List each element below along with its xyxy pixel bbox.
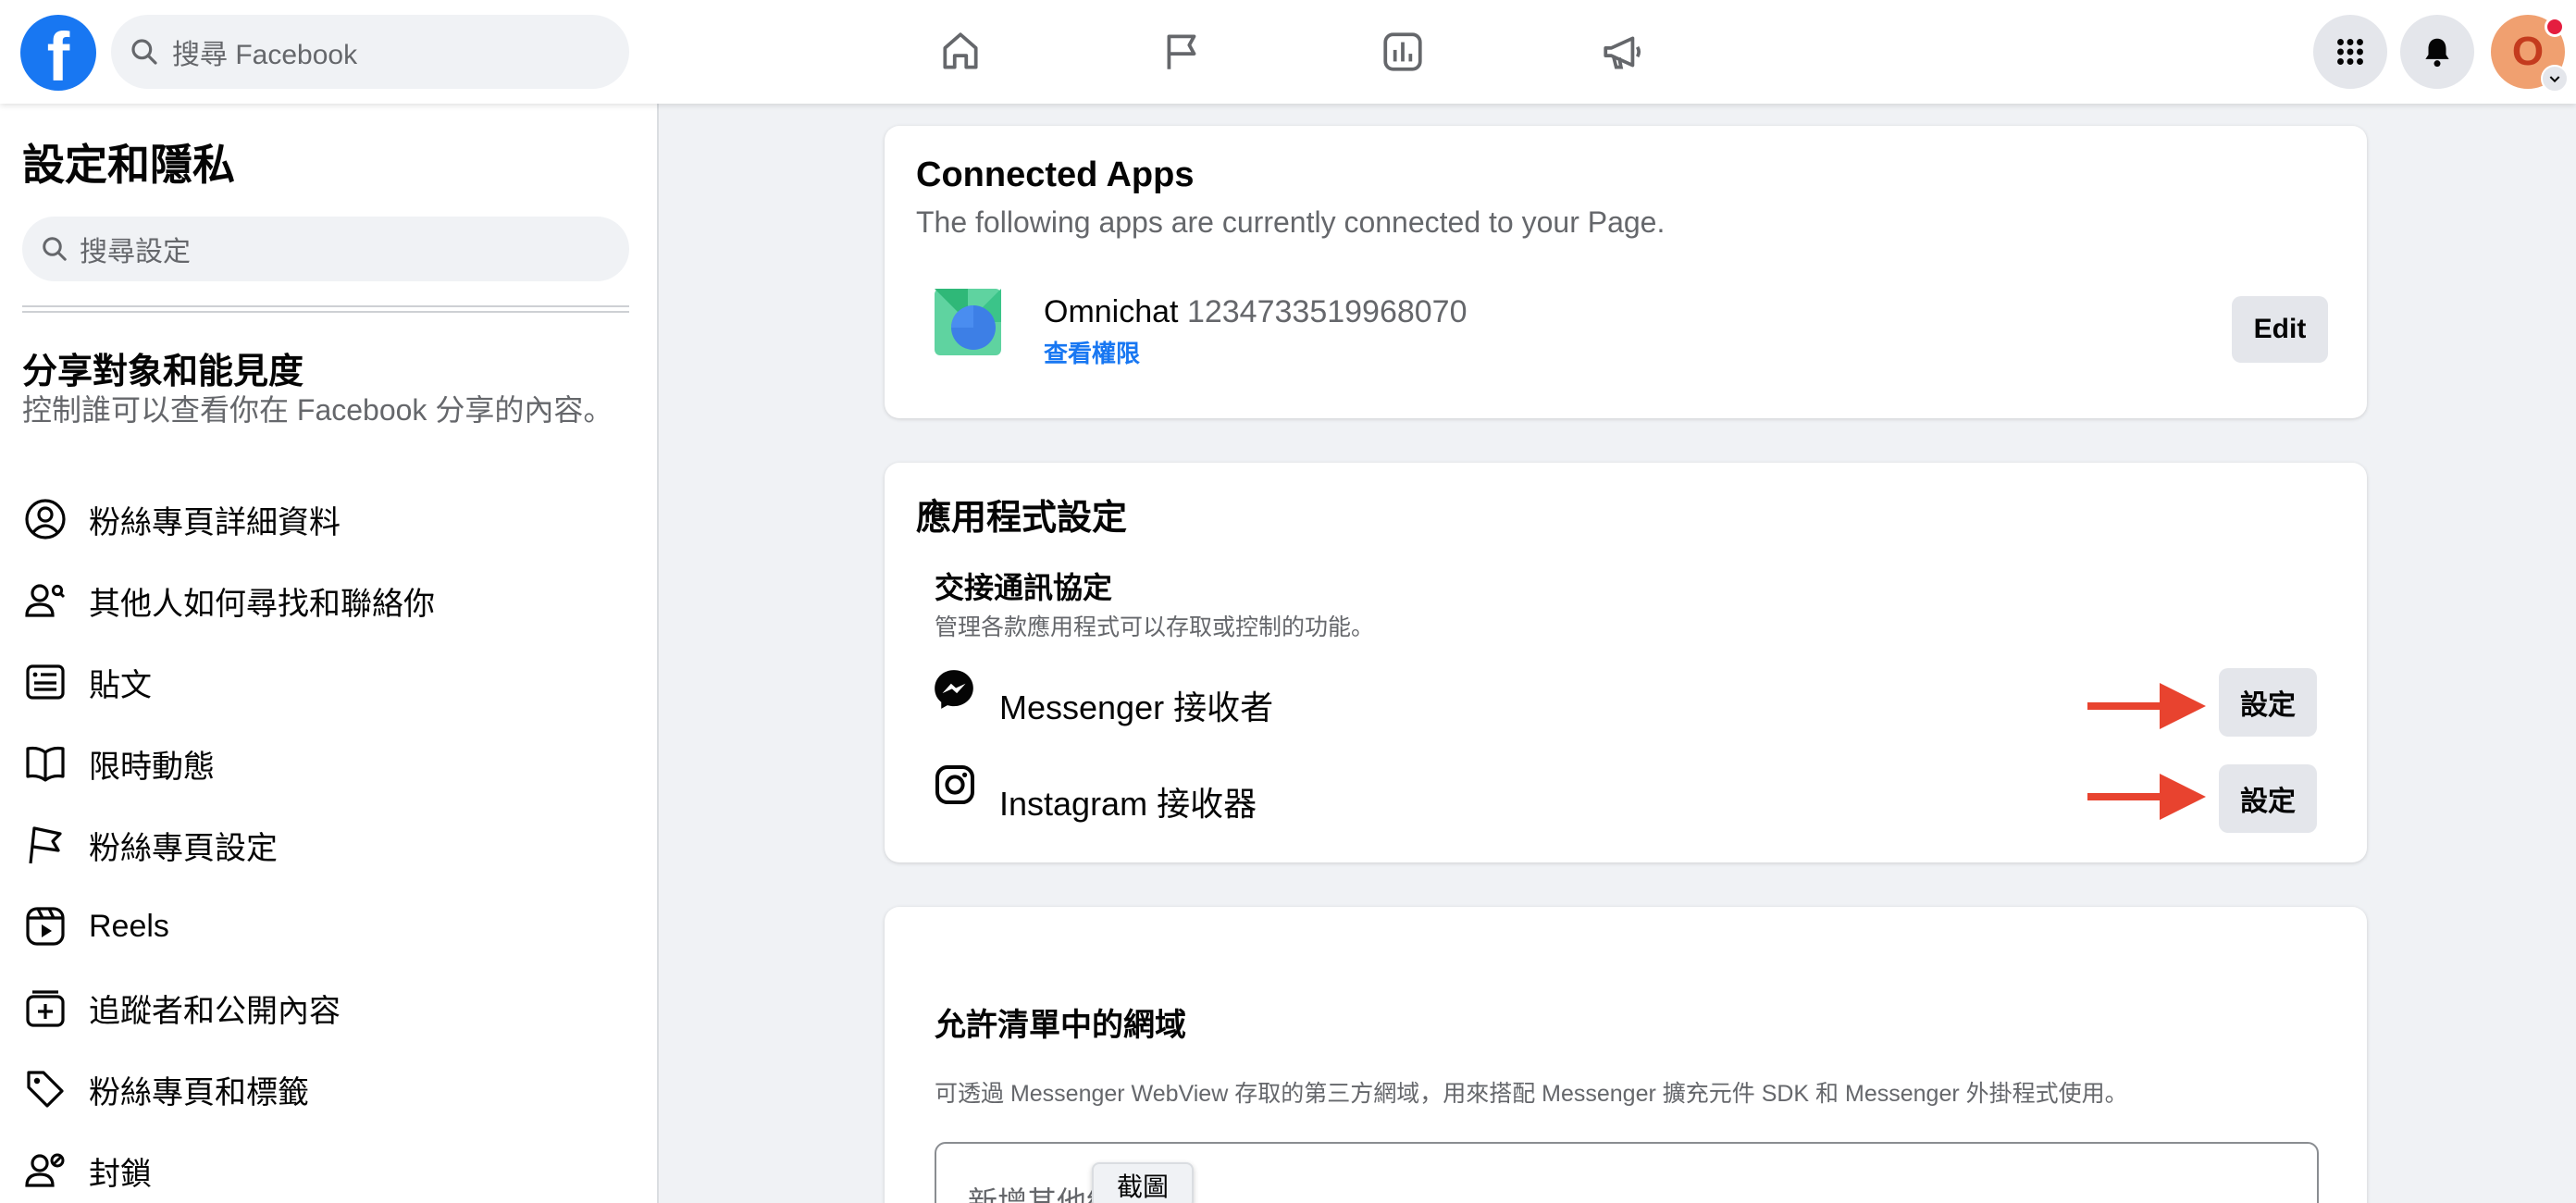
sidebar-item-page-settings[interactable]: 粉絲專頁設定 xyxy=(22,812,629,877)
app-id: 1234733519968070 xyxy=(1186,294,1468,329)
sidebar-item-find-contact[interactable]: 其他人如何尋找和聯絡你 xyxy=(22,568,629,633)
tag-icon xyxy=(22,1066,68,1112)
sidebar-item-label: 封鎖 xyxy=(89,1156,152,1192)
sidebar-item-page-details[interactable]: 粉絲專頁詳細資料 xyxy=(22,487,629,552)
sidebar-item-label: 粉絲專頁設定 xyxy=(89,830,278,866)
sidebar-item-label: 限時動態 xyxy=(89,749,215,785)
people-search-icon xyxy=(22,577,68,624)
sidebar-item-label: 追蹤者和公開內容 xyxy=(89,993,341,1029)
flag-icon[interactable] xyxy=(1153,22,1212,81)
sidebar-item-label: 貼文 xyxy=(89,667,152,703)
post-icon xyxy=(22,659,68,705)
chevron-down-icon[interactable] xyxy=(2541,65,2569,93)
insights-icon[interactable] xyxy=(1373,22,1432,81)
section-description: 控制誰可以查看你在 Facebook 分享的內容。 xyxy=(22,393,613,427)
handover-protocol-title: 交接通訊協定 xyxy=(935,571,1113,604)
sidebar-item-label: 粉絲專頁詳細資料 xyxy=(89,504,341,540)
sidebar-item-label: 粉絲專頁和標籤 xyxy=(89,1074,309,1110)
app-name: Omnichat xyxy=(1044,294,1179,329)
messenger-receiver-label: Messenger 接收者 xyxy=(999,688,1274,726)
megaphone-icon[interactable] xyxy=(1593,22,1653,81)
whitelisted-domains-card: 允許清單中的網域 可透過 Messenger WebView 存取的第三方網域，… xyxy=(885,907,2367,1203)
sidebar-item-posts[interactable]: 貼文 xyxy=(22,650,629,714)
app-settings-card: 應用程式設定 交接通訊協定 管理各款應用程式可以存取或控制的功能。 Messen… xyxy=(885,463,2367,862)
section-title: 分享對象和能見度 xyxy=(22,353,304,391)
apps-grid-icon[interactable] xyxy=(2313,15,2387,89)
sidebar-title: 設定和隱私 xyxy=(22,141,235,189)
sidebar-divider xyxy=(22,305,629,313)
instagram-icon xyxy=(933,763,977,807)
home-icon[interactable] xyxy=(931,22,990,81)
connected-apps-subtitle: The following apps are currently connect… xyxy=(916,205,1666,239)
search-icon xyxy=(43,237,67,261)
connected-apps-title: Connected Apps xyxy=(916,155,1195,194)
sidebar-item-stories[interactable]: 限時動態 xyxy=(22,731,629,796)
omnichat-logo-icon xyxy=(935,289,1001,355)
search-placeholder: 搜尋 Facebook xyxy=(172,40,358,70)
messenger-icon xyxy=(931,666,977,713)
add-box-icon xyxy=(22,985,68,1031)
sidebar-item-label: 其他人如何尋找和聯絡你 xyxy=(89,586,435,622)
block-person-icon xyxy=(22,1147,68,1194)
facebook-logo-icon[interactable]: f xyxy=(20,15,96,95)
sidebar-item-followers[interactable]: 追蹤者和公開內容 xyxy=(22,975,629,1040)
whitelisted-domains-title: 允許清單中的網域 xyxy=(935,1008,1186,1043)
messenger-settings-button[interactable]: 設定 xyxy=(2219,668,2317,737)
book-open-icon xyxy=(22,740,68,787)
notification-dot xyxy=(2545,17,2565,37)
sidebar-item-reels[interactable]: Reels xyxy=(22,894,629,959)
settings-sidebar: 設定和隱私 搜尋設定 分享對象和能見度 控制誰可以查看你在 Facebook 分… xyxy=(0,104,659,1203)
app-title-row: Omnichat 1234733519968070 xyxy=(1044,294,1468,330)
arrow-right-icon xyxy=(2087,681,2208,736)
instagram-settings-button[interactable]: 設定 xyxy=(2219,764,2317,833)
sidebar-item-tags[interactable]: 粉絲專頁和標籤 xyxy=(22,1057,629,1122)
avatar-letter: O xyxy=(2511,29,2545,74)
person-circle-icon xyxy=(22,496,68,542)
search-icon xyxy=(131,39,157,65)
sidebar-item-blocking[interactable]: 封鎖 xyxy=(22,1138,629,1203)
facebook-search-input[interactable]: 搜尋 Facebook xyxy=(111,15,629,89)
bell-icon[interactable] xyxy=(2400,15,2474,89)
app-settings-title: 應用程式設定 xyxy=(916,499,1128,538)
screenshot-tooltip: 截圖 xyxy=(1092,1162,1194,1203)
flag-icon xyxy=(22,822,68,868)
connected-apps-card: Connected Apps The following apps are cu… xyxy=(885,126,2367,418)
handover-protocol-desc: 管理各款應用程式可以存取或控制的功能。 xyxy=(935,614,1375,640)
whitelisted-domains-desc: 可透過 Messenger WebView 存取的第三方網域，用來搭配 Mess… xyxy=(935,1081,2128,1107)
arrow-right-icon xyxy=(2087,772,2208,826)
top-navigation-bar: f 搜尋 Facebook O xyxy=(0,0,2576,104)
settings-search-input[interactable]: 搜尋設定 xyxy=(22,217,629,281)
facebook-logo-letter: f xyxy=(46,19,70,95)
settings-search-placeholder: 搜尋設定 xyxy=(80,237,191,267)
sidebar-item-label: Reels xyxy=(89,908,169,944)
instagram-receiver-label: Instagram 接收器 xyxy=(999,785,1257,823)
edit-button[interactable]: Edit xyxy=(2232,296,2328,363)
reels-icon xyxy=(22,903,68,949)
view-permissions-link[interactable]: 查看權限 xyxy=(1044,335,1140,369)
profile-avatar[interactable]: O xyxy=(2491,15,2569,93)
